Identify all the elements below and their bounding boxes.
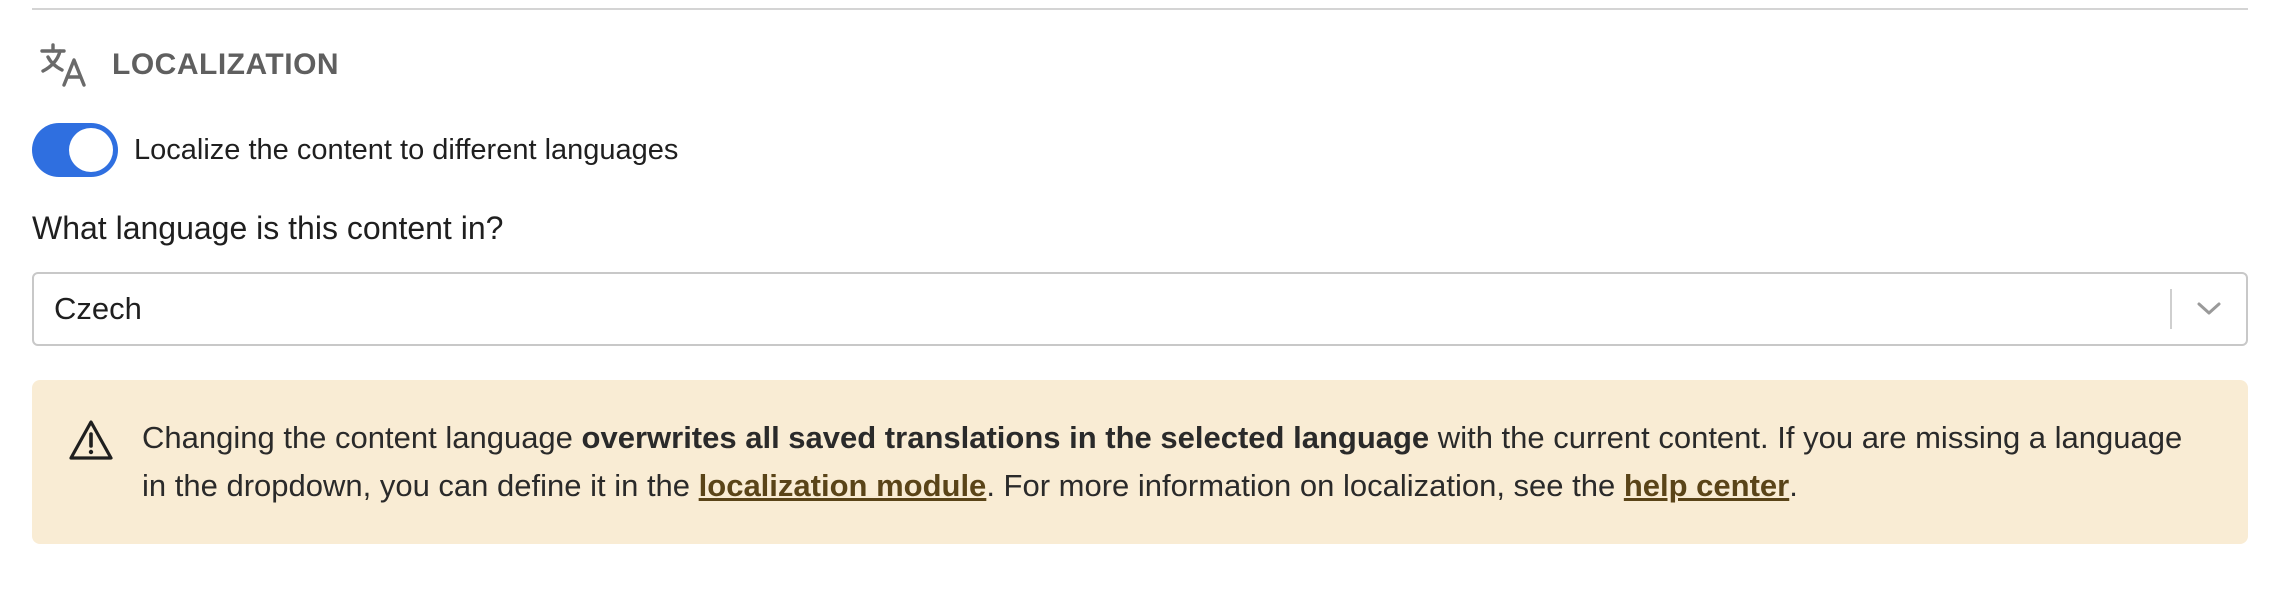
translate-icon [38, 40, 90, 90]
language-question-label: What language is this content in? [32, 210, 504, 246]
section-divider [32, 8, 2248, 10]
callout-text-4: . [1789, 468, 1798, 503]
help-center-link[interactable]: help center [1624, 468, 1789, 503]
section-title: LOCALIZATION [112, 48, 340, 81]
localize-toggle[interactable] [32, 123, 118, 177]
localize-toggle-row: Localize the content to different langua… [32, 123, 678, 177]
localize-toggle-label[interactable]: Localize the content to different langua… [134, 134, 678, 167]
language-select[interactable]: Czech [32, 272, 2248, 346]
localization-module-link[interactable]: localization module [699, 468, 987, 503]
callout-bold-text: overwrites all saved translations in the… [581, 420, 1430, 455]
toggle-knob [69, 128, 113, 172]
callout-text-3: . For more information on localization, … [986, 468, 1624, 503]
select-separator [2170, 289, 2172, 329]
language-warning-callout: Changing the content language overwrites… [32, 380, 2248, 544]
section-header: LOCALIZATION [38, 40, 339, 90]
callout-text: Changing the content language overwrites… [142, 414, 2202, 510]
warning-icon [69, 420, 113, 460]
language-select-value: Czech [54, 291, 142, 326]
callout-text-1: Changing the content language [142, 420, 582, 455]
chevron-down-icon[interactable] [2194, 294, 2224, 324]
